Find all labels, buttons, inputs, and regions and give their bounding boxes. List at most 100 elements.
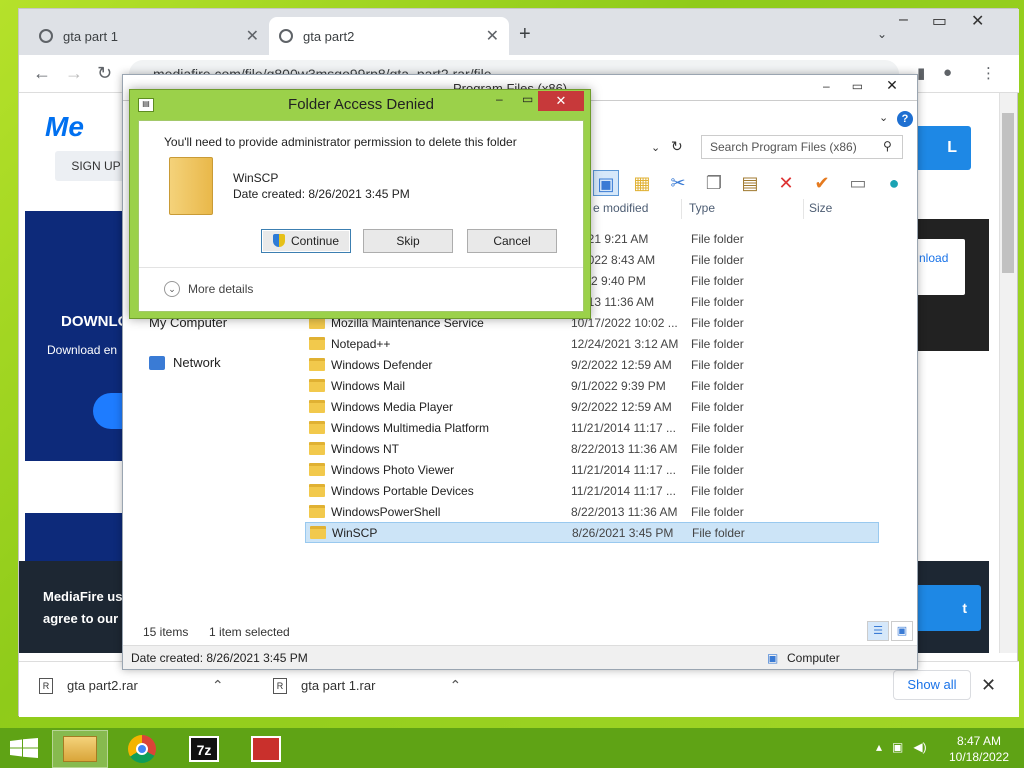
- search-input[interactable]: Search Program Files (x86): [701, 135, 903, 159]
- nav-label: Network: [173, 355, 221, 370]
- taskbar-file-explorer[interactable]: [52, 730, 108, 768]
- close-icon[interactable]: ✕: [981, 675, 996, 696]
- date-created-status: Date created: 8/26/2021 3:45 PM: [131, 651, 308, 665]
- profile-icon[interactable]: ●: [943, 64, 952, 81]
- copy-icon[interactable]: ❐: [701, 170, 727, 196]
- download-right-button[interactable]: L: [915, 126, 971, 170]
- folder-icon: [309, 421, 325, 434]
- paste-icon[interactable]: ▤: [737, 170, 763, 196]
- close-icon[interactable]: ✕: [538, 91, 584, 111]
- globe-icon: [39, 29, 53, 43]
- download-item[interactable]: R gta part2.rar ⌃: [39, 677, 224, 694]
- nav-network[interactable]: Network: [149, 355, 221, 370]
- list-item-selected[interactable]: WinSCP 8/26/2021 3:45 PM File folder: [305, 522, 879, 543]
- large-icons-view-icon[interactable]: ▣: [891, 621, 913, 641]
- folder-options-icon[interactable]: ▦: [629, 170, 655, 196]
- globe-icon[interactable]: ●: [881, 170, 907, 196]
- show-all-button[interactable]: Show all: [893, 670, 971, 700]
- list-item[interactable]: WindowsPowerShell 8/22/2013 11:36 AM File …: [305, 501, 879, 522]
- item-date: Date created: 8/26/2021 3:45 PM: [233, 187, 410, 201]
- chevron-up-icon[interactable]: ⌃: [449, 677, 461, 694]
- clock-time: 8:47 AM: [956, 734, 1002, 748]
- cut-icon[interactable]: ✂: [665, 170, 691, 196]
- minimize-icon[interactable]: –: [496, 92, 503, 106]
- download-name: gta part 1.rar: [301, 678, 376, 693]
- back-arrow-icon[interactable]: ←: [33, 63, 51, 84]
- rar-file-icon: R: [39, 677, 53, 694]
- taskbar-app[interactable]: [238, 730, 294, 768]
- list-item[interactable]: Windows Mail 9/1/2022 9:39 PM File folder: [305, 375, 879, 396]
- mediafire-logo[interactable]: Me: [45, 111, 84, 143]
- folder-icon: [309, 463, 325, 476]
- new-tab-button[interactable]: +: [519, 23, 531, 46]
- maximize-icon[interactable]: ▭: [932, 11, 947, 31]
- tab-gta-part-1[interactable]: gta part 1 ✕: [29, 17, 269, 55]
- chevron-down-icon[interactable]: ⌄: [651, 141, 660, 154]
- side-panel-icon[interactable]: ▮: [917, 64, 925, 82]
- dialog-body: You'll need to provide administrator per…: [138, 120, 584, 312]
- list-item[interactable]: Windows Multimedia Platform 11/21/2014 11…: [305, 417, 879, 438]
- network-icon[interactable]: ▣: [892, 740, 903, 754]
- rename-icon[interactable]: ▭: [845, 170, 871, 196]
- column-separator: [803, 199, 804, 219]
- preview-pane-icon[interactable]: ▣: [593, 170, 619, 196]
- chevron-up-icon[interactable]: ▴: [876, 740, 882, 754]
- menu-icon[interactable]: ⋮: [981, 64, 996, 82]
- cancel-button[interactable]: Cancel: [467, 229, 557, 253]
- cookie-text: agree to our P: [43, 611, 131, 626]
- maximize-icon[interactable]: ▭: [522, 92, 533, 106]
- continue-button[interactable]: Continue: [261, 229, 351, 253]
- close-icon[interactable]: ✕: [246, 26, 259, 46]
- help-icon[interactable]: ?: [897, 111, 913, 127]
- list-item[interactable]: Windows Media Player 9/2/2022 12:59 AM Fil…: [305, 396, 879, 417]
- close-icon[interactable]: ✕: [971, 11, 984, 31]
- download-name: gta part2.rar: [67, 678, 138, 693]
- taskbar-chrome[interactable]: [114, 730, 170, 768]
- column-date-modified[interactable]: e modified: [593, 201, 648, 215]
- chevron-down-icon[interactable]: ⌄: [877, 27, 887, 41]
- chevron-down-icon[interactable]: ⌄: [879, 111, 888, 124]
- close-icon[interactable]: ✕: [869, 75, 915, 95]
- reload-icon[interactable]: ↻: [97, 63, 112, 84]
- accept-cookie-button[interactable]: t: [915, 585, 981, 631]
- minimize-icon[interactable]: –: [899, 11, 908, 31]
- list-item[interactable]: Notepad++ 12/24/2021 3:12 AM File folder: [305, 333, 879, 354]
- tab-gta-part2[interactable]: gta part2 ✕: [269, 17, 509, 55]
- taskbar-7zip[interactable]: 7z: [176, 730, 232, 768]
- delete-icon[interactable]: ✕: [773, 170, 799, 196]
- list-item[interactable]: Windows NT 8/22/2013 11:36 AM File folder: [305, 438, 879, 459]
- column-size[interactable]: Size: [809, 201, 832, 215]
- search-icon[interactable]: ⚲: [883, 139, 892, 153]
- taskbar-clock[interactable]: 8:47 AM 10/18/2022: [944, 733, 1014, 765]
- divider: [139, 267, 583, 268]
- column-type[interactable]: Type: [689, 201, 715, 215]
- list-item[interactable]: Windows Photo Viewer 11/21/2014 11:17 ...…: [305, 459, 879, 480]
- refresh-icon[interactable]: ↻: [671, 138, 683, 155]
- download-link[interactable]: nload: [915, 239, 965, 295]
- more-details-toggle[interactable]: ⌄ More details: [164, 281, 253, 297]
- volume-icon[interactable]: ◀): [913, 740, 926, 754]
- skip-button[interactable]: Skip: [363, 229, 453, 253]
- window-controls: – ▭ ✕: [899, 11, 984, 31]
- maximize-icon[interactable]: ▭: [852, 79, 863, 93]
- globe-icon: [279, 29, 293, 43]
- scrollbar-thumb[interactable]: [1002, 113, 1014, 273]
- item-name: WinSCP: [233, 171, 279, 185]
- computer-icon: ▣: [767, 651, 779, 665]
- chevron-up-icon[interactable]: ⌃: [212, 677, 224, 694]
- properties-icon[interactable]: ✔: [809, 170, 835, 196]
- location-label: Computer: [787, 651, 840, 665]
- minimize-icon[interactable]: –: [823, 79, 830, 93]
- list-item[interactable]: Windows Defender 9/2/2022 12:59 AM File fo…: [305, 354, 879, 375]
- selected-count: 1 item selected: [209, 625, 290, 639]
- details-view-icon[interactable]: ☰: [867, 621, 889, 641]
- explorer-status-bar: 15 items 1 item selected: [123, 619, 917, 643]
- folder-icon: [169, 157, 213, 215]
- folder-icon: [309, 400, 325, 413]
- download-item[interactable]: R gta part 1.rar ⌃: [273, 677, 461, 694]
- windows-start-icon[interactable]: [10, 738, 38, 758]
- shield-icon: [272, 234, 285, 247]
- close-icon[interactable]: ✕: [486, 26, 499, 46]
- list-item[interactable]: Windows Portable Devices 11/21/2014 11:17…: [305, 480, 879, 501]
- forward-arrow-icon[interactable]: →: [65, 63, 83, 84]
